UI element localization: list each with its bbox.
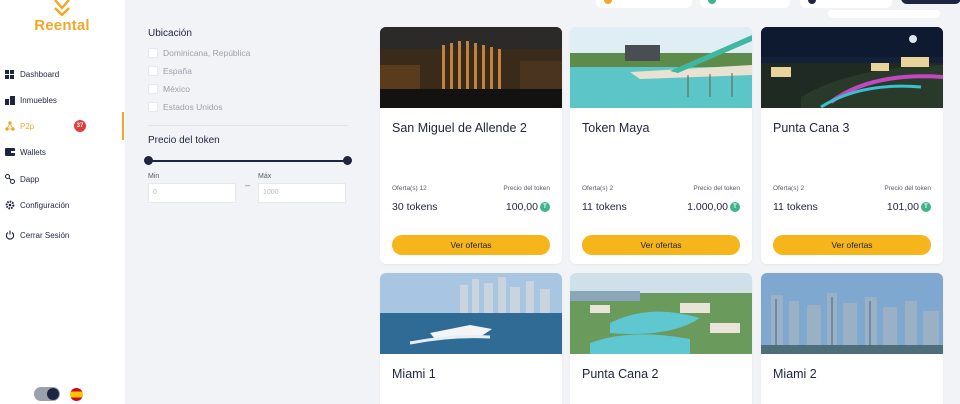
property-image[interactable] [570, 27, 752, 108]
wallet-status-icon [708, 0, 716, 4]
sidebar-item-logout[interactable]: Cerrar Sesión [4, 225, 122, 245]
currency-icon: T [540, 202, 550, 212]
network-icon [4, 121, 15, 132]
property-title: Miami 2 [773, 367, 817, 381]
sidebar-item-configuracion[interactable]: Configuración [4, 195, 122, 215]
wallet-icon [4, 147, 15, 158]
sidebar-item-label: Configuración [20, 200, 70, 210]
location-option[interactable]: Dominicana, República [148, 48, 250, 58]
location-option[interactable]: México [148, 84, 190, 94]
offers-label: Oferta(s) 12 [392, 185, 427, 192]
sidebar-item-inmuebles[interactable]: Inmuebles [4, 90, 122, 110]
token-price: 1.000,00 T [687, 201, 740, 213]
currency-icon: T [730, 202, 740, 212]
sidebar-footer [34, 387, 83, 401]
checkbox[interactable] [148, 102, 158, 112]
sidebar-item-label: Cerrar Sesión [20, 230, 70, 240]
offers-label: Oferta(s) 2 [582, 185, 614, 192]
price-filter-title: Precio del token [148, 135, 220, 146]
top-search-strip[interactable] [828, 10, 940, 18]
price-label: Precio del token [503, 185, 550, 192]
property-card[interactable]: San Miguel de Allende 2 Oferta(s) 12 Pre… [380, 27, 562, 264]
property-image[interactable] [761, 273, 943, 354]
location-label: México [163, 84, 190, 94]
theme-toggle[interactable] [34, 387, 60, 401]
checkbox[interactable] [148, 84, 158, 94]
token-price: 101,00 T [887, 201, 931, 213]
token-price: 100,00 T [506, 201, 550, 213]
spain-flag-icon[interactable] [70, 387, 83, 401]
property-image[interactable] [570, 273, 752, 354]
price-slider-track[interactable] [148, 160, 348, 162]
location-label: Dominicana, República [163, 48, 251, 58]
sidebar-item-label: Dashboard [20, 69, 60, 79]
power-icon [4, 230, 15, 241]
moon-icon [47, 388, 59, 400]
logo-icon [54, 0, 70, 16]
sidebar-item-p2p[interactable]: P2p 37 [4, 116, 122, 136]
sidebar-item-wallets[interactable]: Wallets [4, 142, 122, 162]
property-image[interactable] [380, 27, 562, 108]
location-option[interactable]: Estados Unidos [148, 102, 223, 112]
checkbox[interactable] [148, 48, 158, 58]
top-pill-1[interactable] [596, 0, 692, 8]
property-image[interactable] [761, 27, 943, 108]
sidebar-item-label: P2p [20, 121, 35, 131]
property-image[interactable] [380, 273, 562, 354]
range-separator: – [245, 180, 251, 190]
location-label: España [163, 66, 192, 76]
property-card[interactable]: Miami 2 [761, 273, 943, 404]
sidebar-item-dapp[interactable]: Dapp [4, 169, 122, 189]
coin-icon [604, 0, 612, 4]
sidebar-item-label: Inmuebles [20, 95, 57, 105]
min-price-input[interactable]: 0 [148, 183, 236, 203]
building-icon [4, 95, 15, 106]
price-label: Precio del token [693, 185, 740, 192]
property-card[interactable]: Punta Cana 2 [570, 273, 752, 404]
divider [148, 125, 348, 126]
max-label: Máx [258, 173, 272, 180]
property-card[interactable]: Token Maya Oferta(s) 2 Precio del token … [570, 27, 752, 264]
property-title: Token Maya [582, 121, 650, 135]
min-label: Min [148, 173, 160, 180]
top-pill-2[interactable] [700, 0, 790, 8]
logo-text: Reental [34, 17, 90, 34]
location-option[interactable]: España [148, 66, 192, 76]
active-indicator [122, 112, 124, 140]
gear-icon [4, 200, 15, 211]
max-price-input[interactable]: 1000 [258, 183, 346, 203]
view-offers-button[interactable]: Ver ofertas [773, 235, 931, 255]
reental-logo[interactable]: Reental [32, 0, 92, 36]
property-title: Miami 1 [392, 367, 436, 381]
price-slider-min-handle[interactable] [144, 156, 153, 165]
grid-icon [4, 69, 15, 80]
tokens-amount: 11 tokens [773, 201, 818, 213]
tokens-amount: 30 tokens [392, 201, 438, 213]
avatar [808, 0, 816, 4]
property-title: San Miguel de Allende 2 [392, 121, 527, 135]
sidebar-item-dashboard[interactable]: Dashboard [4, 64, 122, 84]
location-label: Estados Unidos [163, 102, 223, 112]
sidebar-item-label: Wallets [20, 147, 46, 157]
price-slider-max-handle[interactable] [343, 156, 352, 165]
sidebar-item-label: Dapp [20, 174, 40, 184]
view-offers-button[interactable]: Ver ofertas [392, 235, 550, 255]
tokens-amount: 11 tokens [582, 201, 627, 213]
property-card[interactable]: Miami 1 [380, 273, 562, 404]
dapp-icon [4, 174, 15, 185]
property-card[interactable]: Punta Cana 3 Oferta(s) 2 Precio del toke… [761, 27, 943, 264]
sidebar: Reental Dashboard Inmuebles P2p 37 Walle… [0, 0, 125, 404]
checkbox[interactable] [148, 66, 158, 76]
currency-icon: T [921, 202, 931, 212]
property-title: Punta Cana 2 [582, 367, 659, 381]
price-label: Precio del token [884, 185, 931, 192]
top-action-button[interactable] [901, 0, 960, 4]
top-pill-3[interactable] [800, 0, 892, 8]
location-filter-title: Ubicación [148, 28, 192, 39]
property-title: Punta Cana 3 [773, 121, 850, 135]
notification-badge: 37 [74, 120, 86, 132]
view-offers-button[interactable]: Ver ofertas [582, 235, 740, 255]
offers-label: Oferta(s) 2 [773, 185, 805, 192]
